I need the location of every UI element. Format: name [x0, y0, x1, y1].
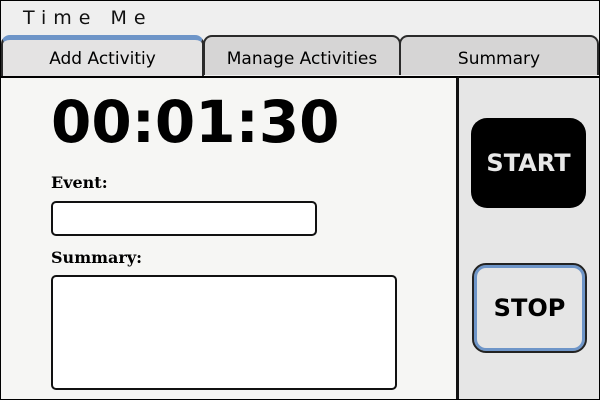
tab-summary[interactable]: Summary: [399, 35, 599, 75]
app-title: Time Me: [23, 7, 153, 29]
summary-textarea[interactable]: [51, 275, 397, 390]
app-window: Time Me Add Activitiy Manage Activities …: [0, 0, 600, 400]
title-bar: Time Me: [1, 1, 599, 35]
summary-label: Summary:: [51, 248, 143, 267]
tab-add-activity[interactable]: Add Activitiy: [1, 35, 204, 76]
start-button[interactable]: START: [471, 118, 586, 208]
timer-display: 00:01:30: [51, 88, 340, 156]
tab-label: Summary: [457, 49, 541, 69]
stop-button[interactable]: STOP: [472, 263, 587, 353]
tab-label: Manage Activities: [226, 49, 378, 69]
event-label: Event:: [51, 173, 108, 192]
event-input[interactable]: [51, 201, 317, 236]
tab-manage-activities[interactable]: Manage Activities: [203, 35, 401, 75]
tab-label: Add Activitiy: [49, 49, 156, 69]
